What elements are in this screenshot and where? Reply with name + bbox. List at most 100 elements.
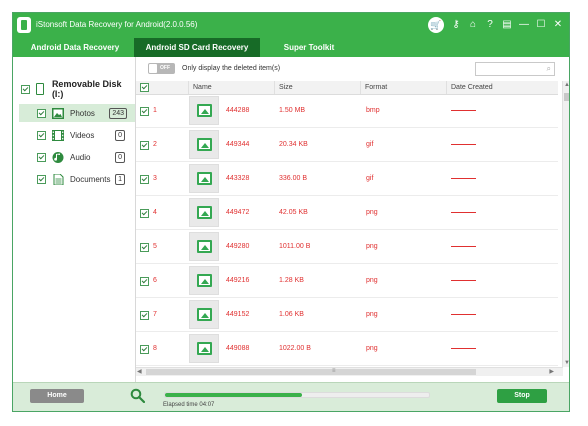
home-icon[interactable]: ⌂ <box>468 17 478 33</box>
vertical-scrollbar[interactable]: ▲ ▼ <box>562 81 569 367</box>
file-format: png <box>366 277 378 284</box>
app-window: iStonsoft Data Recovery for Android(2.0.… <box>12 12 570 412</box>
phone-icon <box>35 83 44 95</box>
date-created-empty <box>451 178 476 179</box>
table-row[interactable]: 5 449280 1011.00 B png <box>136 230 558 264</box>
row-number: 1 <box>153 107 157 114</box>
help-icon[interactable]: ? <box>485 17 495 33</box>
row-checkbox[interactable] <box>140 141 149 150</box>
scroll-down-arrow-icon[interactable]: ▼ <box>564 360 569 366</box>
file-size: 1022.00 B <box>279 345 311 352</box>
file-format: gif <box>366 141 374 148</box>
row-checkbox[interactable] <box>140 311 149 320</box>
row-checkbox[interactable] <box>140 175 149 184</box>
row-checkbox[interactable] <box>140 243 149 252</box>
title-bar: iStonsoft Data Recovery for Android(2.0.… <box>13 13 569 38</box>
stop-button[interactable]: Stop <box>497 389 547 403</box>
videos-checkbox[interactable] <box>37 130 46 140</box>
column-separator <box>188 81 189 94</box>
date-created-empty <box>451 110 476 111</box>
tab-super-toolkit[interactable]: Super Toolkit <box>261 38 357 57</box>
document-icon <box>53 173 64 185</box>
sidebar: Removable Disk (I:) Photos 243 Videos 0 … <box>13 57 136 382</box>
search-input[interactable]: ⌕ <box>475 62 555 76</box>
file-name: 444288 <box>226 107 250 114</box>
column-separator <box>360 81 361 94</box>
table-row[interactable]: 1 444288 1.50 MB bmp <box>136 94 558 128</box>
image-icon <box>197 206 212 219</box>
image-icon <box>197 342 212 355</box>
disk-node[interactable]: Removable Disk (I:) <box>21 79 135 99</box>
home-button[interactable]: Home <box>30 389 84 403</box>
count-badge: 243 <box>109 107 127 119</box>
tab-android-sd-card-recovery[interactable]: Android SD Card Recovery <box>134 38 260 57</box>
audio-checkbox[interactable] <box>37 152 46 162</box>
table-row[interactable]: 3 443328 336.00 B gif <box>136 162 558 196</box>
file-size: 20.34 KB <box>279 141 308 148</box>
close-icon[interactable]: ✕ <box>553 17 563 33</box>
minimize-icon[interactable]: — <box>519 17 529 33</box>
deleted-only-toggle[interactable]: OFF <box>148 63 175 74</box>
file-size: 336.00 B <box>279 175 308 182</box>
date-created-empty <box>451 212 476 213</box>
table-header: Name Size Format Date Created <box>136 81 558 95</box>
image-icon <box>197 308 212 321</box>
file-size: 1.06 KB <box>279 311 304 318</box>
table-row[interactable]: 4 449472 42.05 KB png <box>136 196 558 230</box>
file-format: bmp <box>366 107 380 114</box>
date-created-empty <box>451 314 476 315</box>
title-controls: 🛒 ⚷ ⌂ ? ▤ — ☐ ✕ <box>428 17 563 33</box>
file-name: 449472 <box>226 209 250 216</box>
column-header-name[interactable]: Name <box>193 84 212 91</box>
horizontal-scrollbar[interactable]: ◀ ≡ ▶ <box>136 367 563 376</box>
row-checkbox[interactable] <box>140 277 149 286</box>
row-checkbox[interactable] <box>140 209 149 218</box>
horizontal-scroll-thumb[interactable] <box>146 369 476 375</box>
table-row[interactable]: 2 449344 20.34 KB gif <box>136 128 558 162</box>
cart-icon[interactable]: 🛒 <box>428 17 444 33</box>
tab-android-data-recovery[interactable]: Android Data Recovery <box>13 38 137 57</box>
photos-checkbox[interactable] <box>37 108 46 118</box>
sidebar-item-videos[interactable]: Videos 0 <box>21 126 133 144</box>
documents-checkbox[interactable] <box>37 174 46 184</box>
scroll-left-arrow-icon[interactable]: ◀ <box>137 368 142 375</box>
row-checkbox[interactable] <box>140 345 149 354</box>
key-icon[interactable]: ⚷ <box>451 17 461 33</box>
image-icon <box>197 274 212 287</box>
disk-checkbox[interactable] <box>21 84 30 94</box>
column-header-date-created[interactable]: Date Created <box>451 84 493 91</box>
column-header-format[interactable]: Format <box>365 84 387 91</box>
image-icon <box>197 104 212 117</box>
scan-progress-bar <box>164 392 430 398</box>
sidebar-item-photos[interactable]: Photos 243 <box>19 104 135 122</box>
date-created-empty <box>451 144 476 145</box>
file-size: 42.05 KB <box>279 209 308 216</box>
search-icon: ⌕ <box>546 64 551 73</box>
table-row[interactable]: 6 449216 1.28 KB png <box>136 264 558 298</box>
row-number: 3 <box>153 175 157 182</box>
file-name: 449280 <box>226 243 250 250</box>
table-row[interactable]: 7 449152 1.06 KB png <box>136 298 558 332</box>
file-name: 449216 <box>226 277 250 284</box>
select-all-checkbox[interactable] <box>140 83 149 92</box>
footer-bar: Home Elapsed time 04:07 Stop <box>13 382 569 411</box>
scroll-up-arrow-icon[interactable]: ▲ <box>564 82 569 88</box>
sidebar-item-documents[interactable]: Documents 1 <box>21 170 133 188</box>
scan-progress-fill <box>165 393 303 397</box>
vertical-scroll-thumb[interactable] <box>564 93 569 101</box>
disk-label: Removable Disk (I:) <box>51 79 122 99</box>
row-checkbox[interactable] <box>140 107 149 116</box>
scroll-right-arrow-icon[interactable]: ▶ <box>549 368 554 375</box>
table-row[interactable]: 8 449088 1022.00 B png <box>136 332 558 366</box>
image-thumbnail <box>189 232 219 261</box>
image-icon <box>197 138 212 151</box>
column-header-size[interactable]: Size <box>279 84 293 91</box>
count-badge: 1 <box>115 173 125 185</box>
maximize-icon[interactable]: ☐ <box>536 17 546 33</box>
register-icon[interactable]: ▤ <box>502 17 512 33</box>
count-badge: 0 <box>115 129 125 141</box>
file-name: 443328 <box>226 175 250 182</box>
row-number: 2 <box>153 141 157 148</box>
file-table-body: 1 444288 1.50 MB bmp 2 449344 20.34 KB g… <box>136 94 558 367</box>
sidebar-item-audio[interactable]: Audio 0 <box>21 148 133 166</box>
